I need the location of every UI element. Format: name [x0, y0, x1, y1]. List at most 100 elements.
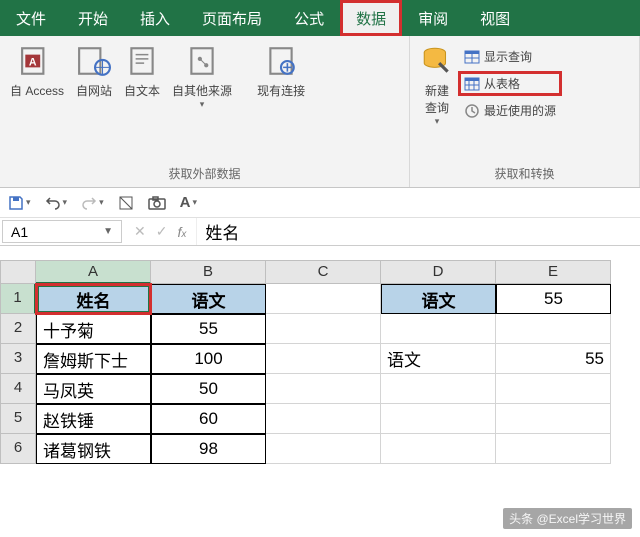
- from-web-label: 自网站: [76, 82, 112, 99]
- col-header-d[interactable]: D: [381, 260, 496, 284]
- col-header-b[interactable]: B: [151, 260, 266, 284]
- chevron-down-icon: ▼: [103, 226, 113, 237]
- formula-input[interactable]: 姓名: [196, 218, 640, 245]
- show-queries-button[interactable]: 显示查询: [460, 46, 560, 67]
- redo-button[interactable]: ▾: [81, 195, 104, 211]
- cell-c4[interactable]: [266, 374, 381, 404]
- menu-view[interactable]: 视图: [464, 0, 526, 36]
- cell-b4[interactable]: 50: [151, 374, 266, 404]
- from-text-button[interactable]: 自文本: [118, 42, 166, 101]
- quick-access-toolbar: ▾ ▾ ▾ A▾: [0, 188, 640, 218]
- recent-sources-label: 最近使用的源: [484, 102, 556, 119]
- cell-d6[interactable]: [381, 434, 496, 464]
- spreadsheet-grid[interactable]: A B C D E 1 姓名 语文 语文 55 2 十予菊 55 3 詹姆斯下士…: [0, 260, 640, 464]
- cell-b2[interactable]: 55: [151, 314, 266, 344]
- row-header[interactable]: 4: [0, 374, 36, 404]
- from-table-button[interactable]: 从表格: [460, 73, 560, 94]
- name-box[interactable]: A1 ▼: [2, 220, 122, 243]
- connection-icon: [264, 44, 298, 78]
- cell-c2[interactable]: [266, 314, 381, 344]
- camera-button[interactable]: [148, 195, 166, 211]
- cell-e2[interactable]: [496, 314, 611, 344]
- menu-layout[interactable]: 页面布局: [186, 0, 278, 36]
- new-query-icon: [420, 44, 454, 78]
- existing-conn-button[interactable]: 现有连接: [251, 42, 311, 101]
- existing-conn-label: 现有连接: [257, 82, 305, 99]
- font-size-button[interactable]: A▾: [180, 194, 197, 211]
- cell-e4[interactable]: [496, 374, 611, 404]
- cell-d1[interactable]: 语文: [381, 284, 496, 314]
- cell-a4[interactable]: 马凤英: [36, 374, 151, 404]
- row-header[interactable]: 5: [0, 404, 36, 434]
- show-queries-label: 显示查询: [484, 48, 532, 65]
- web-icon: [77, 44, 111, 78]
- cell-d3[interactable]: 语文: [381, 344, 496, 374]
- col-header-a[interactable]: A: [36, 260, 151, 284]
- cell-e1[interactable]: 55: [496, 284, 611, 314]
- cell-c3[interactable]: [266, 344, 381, 374]
- cell-e3[interactable]: 55: [496, 344, 611, 374]
- cell-a3[interactable]: 詹姆斯下士: [36, 344, 151, 374]
- from-web-button[interactable]: 自网站: [70, 42, 118, 101]
- cell-a6[interactable]: 诸葛钢铁: [36, 434, 151, 464]
- new-query-button[interactable]: 新建 查询 ▾: [414, 42, 460, 129]
- col-header-e[interactable]: E: [496, 260, 611, 284]
- cell-d5[interactable]: [381, 404, 496, 434]
- cell-c6[interactable]: [266, 434, 381, 464]
- from-other-button[interactable]: 自其他来源 ▾: [166, 42, 238, 112]
- cell-c1[interactable]: [266, 284, 381, 314]
- menu-formula[interactable]: 公式: [278, 0, 340, 36]
- cell-e6[interactable]: [496, 434, 611, 464]
- from-other-label: 自其他来源: [172, 82, 232, 99]
- save-button[interactable]: ▾: [8, 195, 31, 211]
- cell-c5[interactable]: [266, 404, 381, 434]
- print-preview-button[interactable]: [118, 195, 134, 211]
- cancel-formula-button[interactable]: ✕: [134, 223, 146, 240]
- from-text-label: 自文本: [124, 82, 160, 99]
- name-box-value: A1: [11, 224, 28, 240]
- ribbon: A 自 Access 自网站 自文本 自其他来源 ▾ 现有连接 获取外部数: [0, 36, 640, 188]
- cell-a2[interactable]: 十予菊: [36, 314, 151, 344]
- menu-home[interactable]: 开始: [62, 0, 124, 36]
- group-transform-label: 获取和转换: [414, 162, 635, 185]
- menu-bar: 文件 开始 插入 页面布局 公式 数据 审阅 视图: [0, 0, 640, 36]
- cell-b6[interactable]: 98: [151, 434, 266, 464]
- from-table-label: 从表格: [484, 75, 520, 92]
- menu-data[interactable]: 数据: [340, 0, 402, 36]
- other-sources-icon: [185, 44, 219, 78]
- row-header[interactable]: 1: [0, 284, 36, 314]
- watermark: 头条 @Excel学习世界: [503, 508, 632, 529]
- undo-button[interactable]: ▾: [45, 195, 68, 211]
- show-queries-icon: [464, 49, 480, 65]
- cell-e5[interactable]: [496, 404, 611, 434]
- cell-d2[interactable]: [381, 314, 496, 344]
- row-header[interactable]: 6: [0, 434, 36, 464]
- menu-insert[interactable]: 插入: [124, 0, 186, 36]
- menu-review[interactable]: 审阅: [402, 0, 464, 36]
- formula-bar: A1 ▼ ✕ ✓ fx 姓名: [0, 218, 640, 246]
- group-external-label: 获取外部数据: [4, 162, 405, 185]
- cell-b5[interactable]: 60: [151, 404, 266, 434]
- select-all-corner[interactable]: [0, 260, 36, 284]
- row-header[interactable]: 2: [0, 314, 36, 344]
- new-query-label: 新建 查询: [425, 82, 449, 116]
- from-access-label: 自 Access: [10, 82, 64, 99]
- recent-sources-button[interactable]: 最近使用的源: [460, 100, 560, 121]
- cell-a5[interactable]: 赵铁锤: [36, 404, 151, 434]
- menu-file[interactable]: 文件: [0, 0, 62, 36]
- cell-a1[interactable]: 姓名: [36, 284, 151, 314]
- text-icon: [125, 44, 159, 78]
- access-icon: A: [20, 44, 54, 78]
- svg-text:A: A: [29, 56, 37, 68]
- fx-button[interactable]: fx: [177, 224, 186, 240]
- cell-b3[interactable]: 100: [151, 344, 266, 374]
- cell-b1[interactable]: 语文: [151, 284, 266, 314]
- recent-icon: [464, 103, 480, 119]
- row-header[interactable]: 3: [0, 344, 36, 374]
- cell-d4[interactable]: [381, 374, 496, 404]
- accept-formula-button[interactable]: ✓: [156, 223, 168, 240]
- formula-value: 姓名: [205, 219, 239, 244]
- col-header-c[interactable]: C: [266, 260, 381, 284]
- from-table-icon: [464, 76, 480, 92]
- from-access-button[interactable]: A 自 Access: [4, 42, 70, 101]
